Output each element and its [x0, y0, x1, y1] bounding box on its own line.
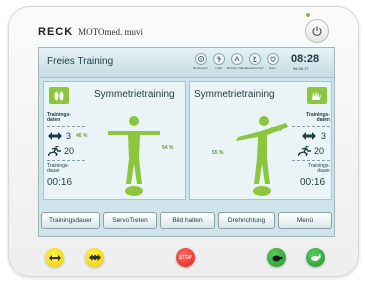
- left-pct-stat: 46 %: [76, 133, 88, 139]
- stop-label: STOP: [178, 254, 193, 261]
- usb-icon: [216, 56, 221, 62]
- left-leg-panel: Symmetrietraining Trainings- daten 3 46 …: [43, 81, 186, 200]
- status-icons: Bedienpult USB Motorkr. halten Spastiksc…: [193, 53, 280, 70]
- left-divider-2: [47, 160, 85, 161]
- brand-model: MOTOmed. muvi: [78, 27, 144, 37]
- brand-logo: RECK: [38, 26, 74, 38]
- left-stat1-arrows-icon: [48, 132, 62, 140]
- rotation-icon: [253, 56, 256, 62]
- status-spasm[interactable]: Spastikschutz: [245, 53, 264, 70]
- left-training-data-label: Trainings- daten: [47, 112, 71, 123]
- left-time-value: 00:16: [47, 177, 73, 188]
- right-stat2-runner-icon: [298, 146, 311, 156]
- training-duration-button[interactable]: Trainingsdauer: [41, 212, 100, 229]
- screen-title: Freies Training: [47, 56, 114, 67]
- left-balance-pct: 54 %: [162, 145, 174, 151]
- pedal-icon: [197, 56, 204, 62]
- hw-resistance-plus-button[interactable]: [85, 248, 104, 267]
- right-stat1-value: 3: [321, 131, 327, 141]
- servo-pedal-button[interactable]: ServoTreten: [103, 212, 157, 229]
- double-arrow-icon: [48, 254, 61, 261]
- right-training-data-label: Trainings- daten: [306, 112, 330, 123]
- power-led: [306, 13, 310, 17]
- hw-speed-fast-button[interactable]: [306, 248, 325, 267]
- hold-image-button[interactable]: Bild halten: [160, 212, 215, 229]
- hw-stop-button[interactable]: STOP: [176, 248, 195, 267]
- left-feet-icon: [54, 91, 64, 100]
- left-stat1-value: 3: [66, 131, 72, 141]
- left-stat2-value: 20: [64, 146, 75, 156]
- left-panel-title: Symmetrietraining: [94, 89, 175, 100]
- softkey-bar: Trainingsdauer ServoTreten Bild halten D…: [39, 208, 334, 236]
- hw-resistance-minus-button[interactable]: [45, 248, 64, 267]
- right-balance-figure-icon: [236, 116, 288, 196]
- left-balance-figure-icon: [108, 116, 160, 196]
- status-usb[interactable]: USB: [211, 53, 226, 70]
- menu-button[interactable]: Menü: [278, 212, 332, 229]
- right-balance-pct: 55 %: [212, 150, 224, 156]
- right-divider: [292, 126, 330, 127]
- left-time-label: Trainings- dauer: [47, 163, 70, 174]
- left-foot-badge: [49, 87, 69, 104]
- clock-date: 06.06.17: [293, 66, 309, 71]
- right-foot-badge: [307, 87, 327, 104]
- screen-topbar: Freies Training Bedienpult USB Motorkr. …: [39, 48, 334, 78]
- brand: RECK MOTOmed. muvi: [38, 26, 143, 38]
- clock-time: 08:28: [291, 53, 320, 65]
- right-time-value: 00:16: [300, 177, 326, 188]
- hw-speed-slow-button[interactable]: [267, 248, 286, 267]
- bike-icon: [234, 55, 239, 62]
- turtle-icon: [272, 255, 282, 261]
- left-divider: [47, 126, 85, 127]
- power-button[interactable]: [305, 19, 329, 43]
- right-panel-title: Symmetrietraining: [194, 89, 275, 100]
- power-icon: [312, 26, 322, 36]
- rotation-direction-button[interactable]: Drehrichtung: [218, 212, 275, 229]
- left-stat2-runner-icon: [48, 146, 61, 156]
- right-stat2-value: 20: [314, 146, 325, 156]
- right-stat1-arrows-icon: [302, 132, 316, 140]
- status-esh[interactable]: ESH: [265, 53, 280, 70]
- right-feet-icon: [312, 90, 321, 100]
- rabbit-icon: [310, 253, 321, 261]
- double-arrow-bold-icon: [88, 254, 101, 261]
- right-time-label: Trainings- dauer: [307, 163, 330, 174]
- right-leg-panel: Symmetrietraining Trainings- daten 45 % …: [189, 81, 332, 200]
- right-divider-2: [292, 160, 330, 161]
- status-pedal[interactable]: Bedienpult: [193, 53, 208, 70]
- heart-icon: [269, 56, 276, 62]
- touch-screen: Freies Training Bedienpult USB Motorkr. …: [38, 47, 335, 237]
- status-bike[interactable]: Motorkr. halten: [227, 53, 246, 70]
